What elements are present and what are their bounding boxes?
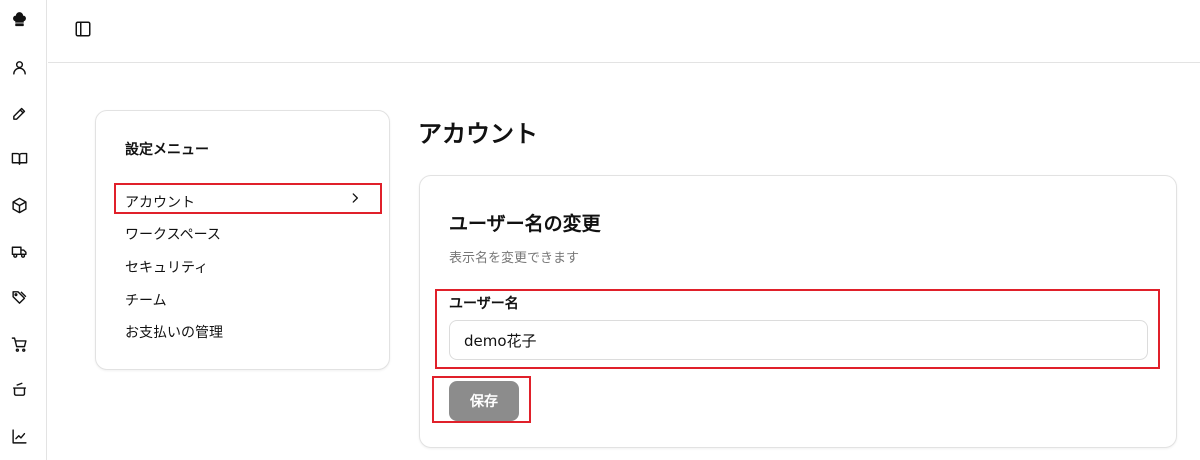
pen-tool-icon[interactable] (9, 103, 29, 123)
cooking-pot-icon[interactable] (9, 379, 29, 399)
package-icon[interactable] (9, 195, 29, 215)
username-label: ユーザー名 (449, 296, 519, 312)
user-icon[interactable] (9, 57, 29, 77)
tags-icon[interactable] (9, 287, 29, 307)
card-title: ユーザー名の変更 (449, 213, 601, 235)
chevron-right-icon (352, 193, 358, 203)
card-description: 表示名を変更できます (449, 251, 580, 266)
top-bar (48, 0, 1200, 63)
menu-item-billing[interactable]: お支払いの管理 (125, 322, 223, 342)
icon-sidebar (0, 0, 47, 460)
username-card: ユーザー名の変更 表示名を変更できます ユーザー名 保存 (419, 175, 1177, 448)
chef-hat-icon[interactable] (9, 10, 29, 30)
save-button[interactable]: 保存 (449, 381, 519, 421)
book-icon[interactable] (9, 148, 29, 168)
page-title: アカウント (418, 120, 538, 148)
chart-icon[interactable] (9, 426, 29, 446)
settings-menu-card: 設定メニュー アカウント ワークスペース セキュリティ チーム お支払いの管理 (95, 110, 390, 370)
settings-menu-title: 設定メニュー (125, 142, 209, 158)
menu-item-account[interactable]: アカウント (125, 192, 195, 212)
cart-icon[interactable] (9, 334, 29, 354)
menu-item-security[interactable]: セキュリティ (125, 257, 208, 277)
menu-item-workspace[interactable]: ワークスペース (125, 224, 221, 244)
truck-icon[interactable] (9, 241, 29, 261)
menu-item-team[interactable]: チーム (125, 290, 167, 310)
sidebar-toggle-icon[interactable] (72, 18, 94, 40)
username-input[interactable] (449, 320, 1148, 360)
